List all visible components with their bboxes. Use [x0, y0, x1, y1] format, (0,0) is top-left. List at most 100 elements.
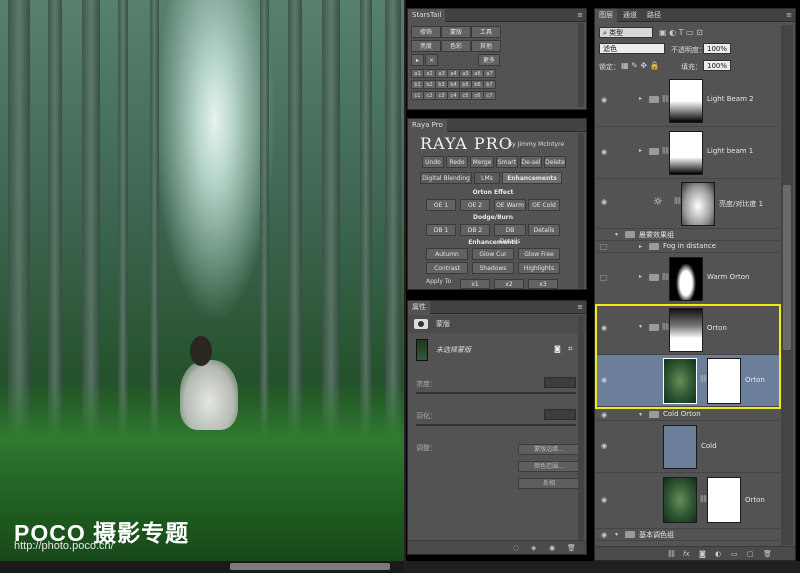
collapse-arrow-icon[interactable]: ▾: [639, 323, 642, 330]
trash-icon[interactable]: 🗑: [763, 550, 772, 558]
visibility-icon[interactable]: ◉: [549, 544, 555, 552]
layer-name[interactable]: Light Beam 2: [707, 95, 754, 103]
panel-scrollbar[interactable]: [406, 561, 800, 573]
tab-digital-blending[interactable]: Digital Blending: [420, 172, 472, 184]
glow-cur-button[interactable]: Glow Cur: [472, 248, 514, 260]
starstail-scrollbar[interactable]: [578, 23, 584, 107]
layer-mask-thumbnail[interactable]: [669, 257, 703, 301]
tab-paths[interactable]: 路径: [643, 9, 665, 22]
invert-button[interactable]: 反相: [518, 478, 580, 489]
scrollbar-thumb[interactable]: [230, 563, 390, 570]
layer-row-fog-in-distance[interactable]: ▸ Fog in distance: [595, 241, 779, 253]
fill-input[interactable]: 100%: [703, 60, 731, 71]
undo-button[interactable]: Undo: [422, 156, 444, 168]
tab-raya-pro[interactable]: Raya Pro: [408, 119, 447, 132]
layer-name[interactable]: Cold Orton: [663, 410, 701, 418]
eye-icon[interactable]: ◉: [601, 497, 609, 504]
oe-cold-button[interactable]: OE Cold: [528, 199, 560, 211]
eye-icon[interactable]: ◉: [601, 377, 609, 384]
eye-icon[interactable]: ◉: [601, 149, 609, 156]
starstail-other-button[interactable]: 其他: [471, 40, 501, 52]
layer-row-brightness-contrast[interactable]: ◉ ☼ ⛓ 亮度/对比度 1: [595, 179, 779, 229]
starstail-mask-button[interactable]: 蒙版: [441, 26, 471, 38]
eye-icon[interactable]: ◉: [601, 325, 609, 332]
db2-button[interactable]: DB 2: [460, 224, 490, 236]
apply-mask-icon[interactable]: ◈: [531, 544, 536, 552]
starstail-grid-button[interactable]: c7: [483, 91, 496, 100]
layer-group-cold-orton[interactable]: ◉ ▾ Cold Orton: [595, 409, 779, 421]
layer-mask-thumbnail[interactable]: [707, 477, 741, 523]
delete-button[interactable]: Delete: [544, 156, 566, 168]
layer-row-orton-selected[interactable]: ◉ ⛓ Orton: [595, 355, 779, 407]
layer-name[interactable]: Fog in distance: [663, 242, 716, 250]
new-group-icon[interactable]: ▭: [731, 550, 738, 558]
pixel-filter-icon[interactable]: ▣ ◐ T ▭ ⊡: [659, 28, 703, 37]
tab-properties[interactable]: 属性: [408, 301, 430, 314]
expand-arrow-icon[interactable]: ▸: [639, 147, 642, 154]
tab-channels[interactable]: 通道: [619, 9, 641, 22]
starstail-grid-button[interactable]: a7: [483, 69, 496, 78]
starstail-grid-button[interactable]: b7: [483, 80, 496, 89]
tab-layers[interactable]: 图层: [595, 9, 617, 22]
layer-name[interactable]: Light beam 1: [707, 147, 753, 155]
tab-lms[interactable]: LMs: [474, 172, 500, 184]
selection-icon[interactable]: ◌: [513, 544, 519, 552]
apply-x1-button[interactable]: x1: [460, 279, 490, 289]
glow-free-button[interactable]: Glow Free: [518, 248, 560, 260]
layer-filter-select[interactable]: ⌕ 类型: [599, 27, 653, 38]
pixel-mask-icon[interactable]: ◙: [554, 345, 561, 353]
layer-thumbnail[interactable]: [663, 358, 697, 404]
contrast-button[interactable]: Contrast: [426, 262, 468, 274]
layer-mask-thumbnail[interactable]: [707, 358, 741, 404]
deselect-button[interactable]: De-sel: [520, 156, 542, 168]
mask-edge-button[interactable]: 蒙版边缘...: [518, 444, 580, 455]
panel-menu-icon[interactable]: ≡: [786, 11, 792, 19]
new-layer-icon[interactable]: ▢: [747, 550, 754, 558]
layers-scrollbar-thumb[interactable]: [783, 185, 791, 350]
details-button[interactable]: Details: [528, 224, 560, 236]
starstail-retouch-button[interactable]: 修饰: [411, 26, 441, 38]
starstail-more-button[interactable]: 更多: [478, 54, 500, 66]
density-slider[interactable]: [416, 392, 576, 394]
add-mask-icon[interactable]: ◙: [699, 550, 706, 558]
layer-group-base[interactable]: ◉ ▾ 基本调色组: [595, 529, 779, 541]
oe2-button[interactable]: OE 2: [460, 199, 490, 211]
layer-name[interactable]: Warm Orton: [707, 273, 749, 281]
collapse-arrow-icon[interactable]: ▾: [615, 531, 618, 538]
shadows-button[interactable]: Shadows: [472, 262, 514, 274]
autumn-button[interactable]: Autumn: [426, 248, 468, 260]
vector-mask-icon[interactable]: ⌗: [568, 344, 573, 354]
merge-button[interactable]: Merge: [470, 156, 494, 168]
layer-name[interactable]: 晨雾效果组: [639, 230, 674, 240]
link-layers-icon[interactable]: ⛓: [667, 550, 676, 558]
panel-menu-icon[interactable]: ≡: [577, 11, 583, 19]
feather-slider[interactable]: [416, 424, 576, 426]
layer-row-cold[interactable]: ◉ Cold: [595, 421, 779, 473]
layer-name[interactable]: Orton: [745, 496, 765, 504]
eye-icon[interactable]: ◉: [601, 199, 609, 206]
density-value-box[interactable]: [544, 377, 576, 388]
properties-scrollbar[interactable]: [578, 315, 584, 541]
feather-value-box[interactable]: [544, 409, 576, 420]
layer-group-fog[interactable]: ▾ 晨雾效果组: [595, 229, 779, 241]
layer-mask-thumbnail[interactable]: [669, 79, 703, 123]
layer-name[interactable]: 基本调色组: [639, 530, 674, 540]
highlights-button[interactable]: Highlights: [518, 262, 560, 274]
apply-x3-button[interactable]: x3: [528, 279, 558, 289]
collapse-arrow-icon[interactable]: ▾: [615, 231, 618, 238]
layer-row-orton-bottom[interactable]: ◉ ⛓ Orton: [595, 473, 779, 529]
apply-x2-button[interactable]: x2: [494, 279, 524, 289]
starstail-color-button[interactable]: 色彩: [441, 40, 471, 52]
oe-warm-button[interactable]: OE Warm: [494, 199, 526, 211]
eye-icon[interactable]: ◉: [601, 97, 609, 104]
layer-row-light-beam-2[interactable]: ◉ ▸ ⛓ Light Beam 2: [595, 75, 779, 127]
blend-mode-select[interactable]: 滤色: [599, 43, 665, 54]
layer-name[interactable]: Orton: [745, 376, 765, 384]
visibility-box[interactable]: [600, 244, 607, 250]
layer-mask-thumbnail[interactable]: [669, 308, 703, 352]
layer-row-warm-orton[interactable]: ▸ ⛓ Warm Orton: [595, 253, 779, 305]
db-details-button[interactable]: DB Details: [494, 224, 526, 245]
expand-arrow-icon[interactable]: ▸: [639, 95, 642, 102]
layer-name[interactable]: Orton: [707, 324, 727, 332]
tab-enhancements[interactable]: Enhancements: [502, 172, 562, 184]
